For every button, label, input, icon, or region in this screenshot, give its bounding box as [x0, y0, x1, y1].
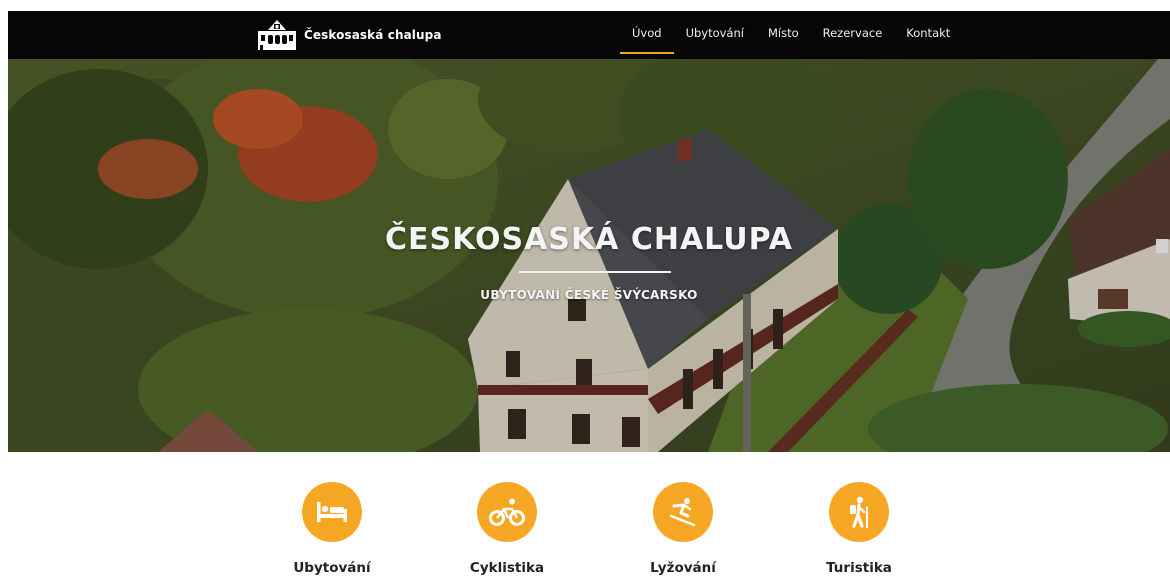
hero-title: ČESKOSASKÁ CHALUPA — [384, 222, 794, 257]
feature-ubytovani[interactable]: Ubytování — [272, 482, 392, 576]
brand-link[interactable]: Českosaská chalupa — [256, 11, 442, 59]
feature-icon-circle — [829, 482, 889, 542]
header: Českosaská chalupa Úvod Ubytování Místo … — [8, 11, 1170, 59]
skiing-icon — [669, 498, 696, 527]
brand-name: Českosaská chalupa — [304, 28, 442, 42]
bicycle-icon — [489, 498, 525, 526]
feature-icon-circle — [477, 482, 537, 542]
feature-label: Lyžování — [650, 560, 716, 576]
feature-icon-circle — [653, 482, 713, 542]
nav-item-uvod[interactable]: Úvod — [620, 11, 674, 59]
feature-label: Cyklistika — [469, 560, 545, 576]
hero-divider — [519, 271, 671, 273]
feature-label: Turistika — [826, 560, 892, 576]
feature-lyzovani[interactable]: Lyžování — [623, 482, 743, 576]
nav-item-ubytovani[interactable]: Ubytování — [674, 11, 756, 59]
nav-item-rezervace[interactable]: Rezervace — [811, 11, 895, 59]
feature-turistika[interactable]: Turistika — [799, 482, 919, 576]
hiking-icon — [850, 496, 868, 528]
nav-item-misto[interactable]: Místo — [756, 11, 811, 59]
hero-banner: ČESKOSASKÁ CHALUPA UBYTOVÁNÍ ČESKÉ ŠVÝCA… — [8, 59, 1170, 452]
nav-item-kontakt[interactable]: Kontakt — [894, 11, 962, 59]
bed-icon — [317, 502, 347, 522]
page: Českosaská chalupa Úvod Ubytování Místo … — [8, 11, 1170, 577]
feature-icon-circle — [302, 482, 362, 542]
house-logo-icon — [258, 20, 296, 50]
feature-cyklistika[interactable]: Cyklistika — [447, 482, 567, 576]
hero-subtitle: UBYTOVÁNÍ ČESKÉ ŠVÝCARSKO — [480, 288, 698, 302]
features-section: Ubytování Cyklistika Lyžování Turistika — [8, 452, 1170, 577]
feature-label: Ubytování — [293, 560, 371, 576]
main-nav: Úvod Ubytování Místo Rezervace Kontakt — [620, 11, 962, 59]
